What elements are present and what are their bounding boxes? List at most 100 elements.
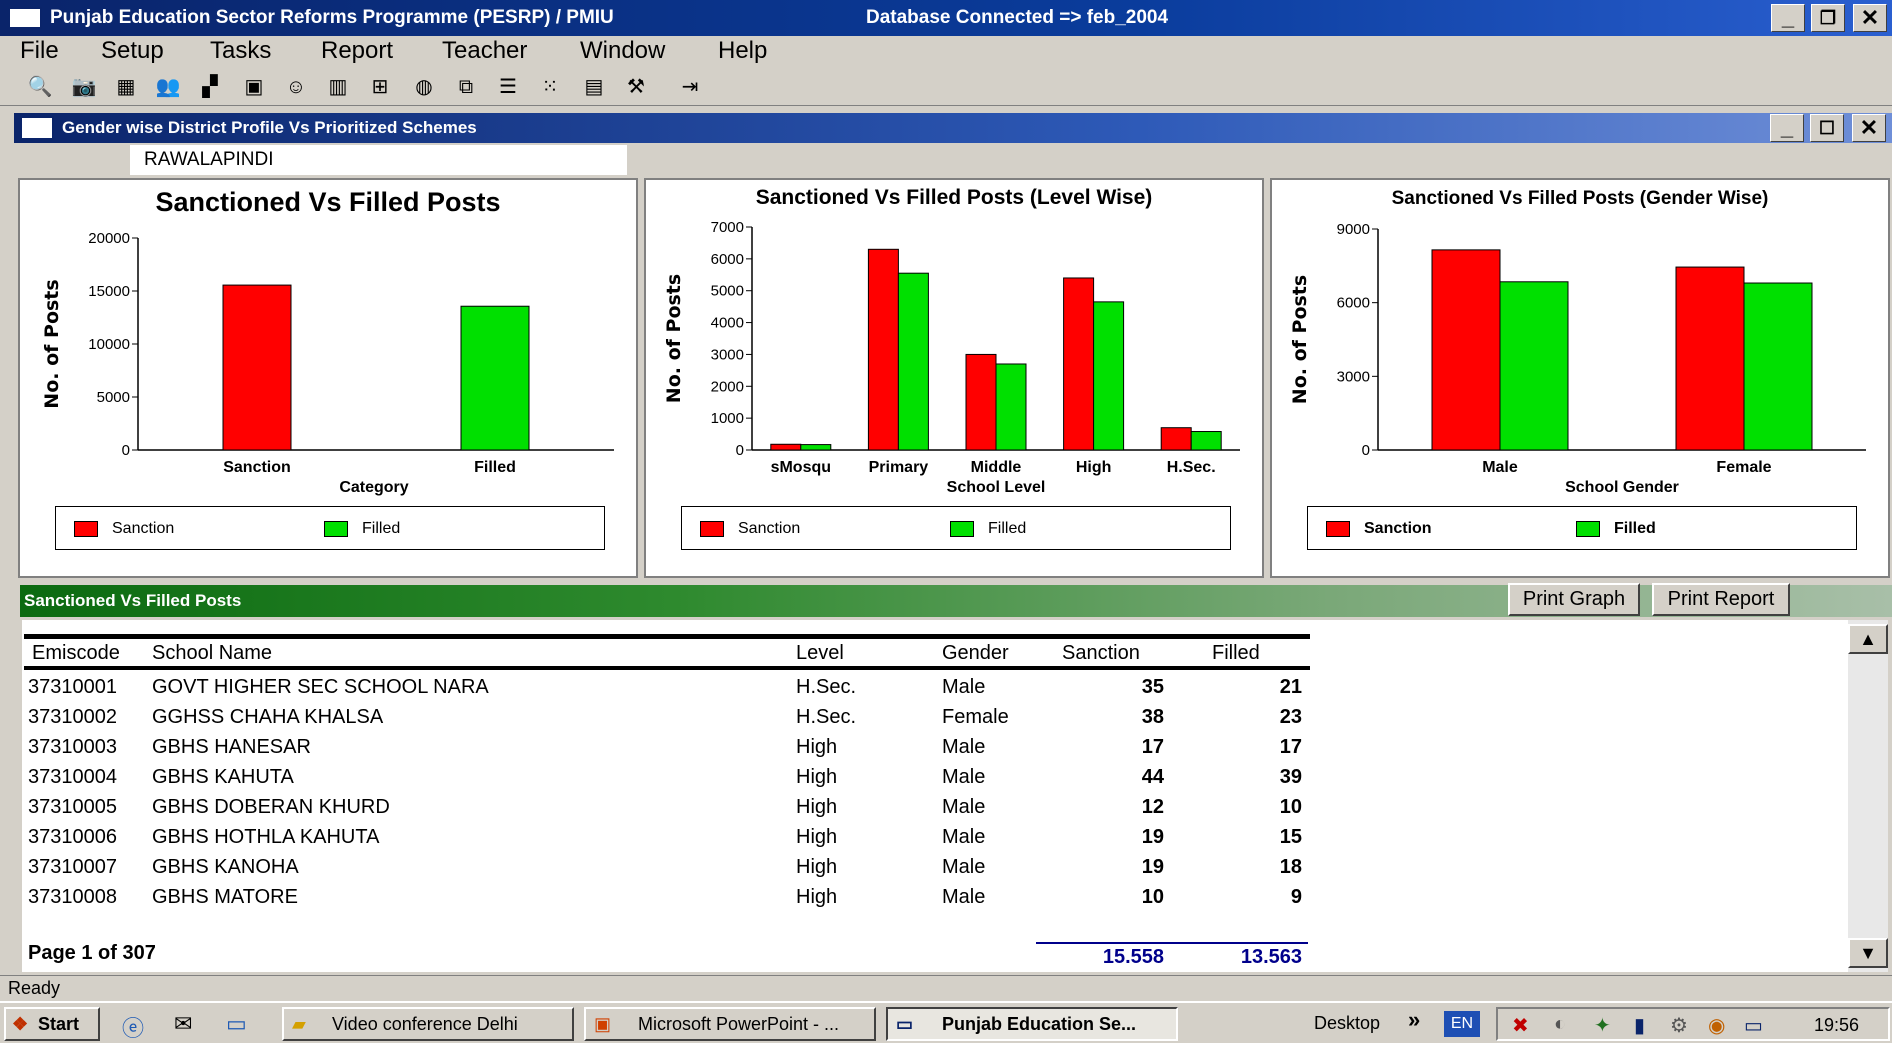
dots-icon[interactable]: ⁙ [536, 74, 564, 100]
cell-emiscode: 37310006 [28, 826, 117, 848]
people-icon[interactable]: 👥 [154, 74, 182, 100]
scroll-down-button[interactable]: ▼ [1848, 938, 1888, 968]
y-tick-label: 9000 [1337, 221, 1370, 238]
menu-report[interactable]: Report [321, 37, 393, 65]
bag-icon[interactable]: ◍ [410, 74, 438, 100]
toolbar: 🔍 📷 ▦ 👥 ▞ ▣ ☺ ▥ ⊞ ◍ ⧉ ☰ ⁙ ▤ ⚒ ⇥ [0, 68, 1892, 106]
legend-swatch-sanction [700, 521, 724, 537]
task-video-conference[interactable]: ▰ Video conference Delhi [282, 1007, 574, 1041]
cell-filled: 10 [1279, 796, 1302, 818]
network-icon[interactable]: ✖ [1512, 1013, 1529, 1038]
status-text: Ready [8, 978, 61, 998]
chart-title: Sanctioned Vs Filled Posts (Gender Wise) [1392, 188, 1769, 209]
list-icon[interactable]: ☰ [494, 74, 522, 100]
antivirus-icon[interactable]: ✦ [1594, 1013, 1611, 1038]
cell-emiscode: 37310004 [28, 766, 117, 788]
x-tick-label: Male [1482, 459, 1518, 476]
menu-file[interactable]: File [20, 37, 59, 65]
exit-icon[interactable]: ⇥ [676, 74, 704, 100]
device-icon[interactable]: ▮ [1634, 1013, 1645, 1038]
grid-icon[interactable]: ▞ [196, 74, 224, 100]
cell-filled: 17 [1279, 736, 1302, 758]
scroll-up-button[interactable]: ▲ [1848, 624, 1888, 654]
print-graph-button[interactable]: Print Graph [1508, 583, 1640, 616]
bar-sanction-hsec [1160, 427, 1192, 451]
smiley-icon[interactable]: ☺ [282, 74, 310, 100]
tree-icon[interactable]: ⊞ [366, 74, 394, 100]
x-axis-label: Category [339, 479, 408, 496]
app-title: Punjab Education Sector Reforms Programm… [50, 7, 614, 28]
column-header-emiscode: Emiscode [32, 642, 120, 664]
outlook-icon[interactable]: ✉ [174, 1011, 192, 1037]
y-tick-label: 5000 [711, 283, 744, 300]
cell-gender: Female [942, 706, 1009, 728]
bar-filled-high [1093, 301, 1125, 451]
chevron-right-icon[interactable]: » [1408, 1007, 1420, 1033]
task-punjab-education[interactable]: ▭ Punjab Education Se... [886, 1007, 1178, 1041]
report-icon[interactable]: ▦ [112, 74, 140, 100]
menu-setup[interactable]: Setup [101, 37, 164, 65]
y-tick-label: 0 [1362, 442, 1370, 459]
legend-label-sanction: Sanction [1364, 520, 1432, 537]
y-tick-label: 6000 [711, 251, 744, 268]
y-axis-label: No. of Posts [1289, 275, 1311, 404]
menu-window[interactable]: Window [580, 37, 665, 65]
header-top-rule [24, 634, 1310, 639]
restore-button[interactable]: ❐ [1811, 4, 1845, 32]
child-maximize-button[interactable]: ☐ [1810, 114, 1844, 142]
language-indicator[interactable]: EN [1444, 1011, 1480, 1037]
cell-sanction: 35 [1141, 676, 1164, 698]
child-window-title-bar: Gender wise District Profile Vs Prioriti… [14, 113, 1892, 143]
clock: 19:56 [1814, 1015, 1860, 1035]
chart-title: Sanctioned Vs Filled Posts (Level Wise) [756, 186, 1153, 209]
database-status: Database Connected => feb_2004 [866, 7, 1169, 28]
district-field[interactable]: RAWALAPINDI [130, 145, 627, 175]
picture-icon[interactable]: ▣ [240, 74, 268, 100]
status-bar: Ready [0, 975, 1892, 1001]
vertical-scrollbar[interactable]: ▲ ▼ [1848, 620, 1888, 972]
show-desktop-icon[interactable]: ▭ [226, 1011, 247, 1037]
minimize-button[interactable]: _ [1771, 4, 1805, 32]
start-button[interactable]: ❖ Start [4, 1007, 100, 1041]
grid-title: Sanctioned Vs Filled Posts [24, 591, 242, 610]
cell-filled: 18 [1279, 856, 1302, 878]
menu-bar: File Setup Tasks Report Teacher Window H… [0, 36, 1892, 68]
browser-icon[interactable]: ⓔ [122, 1011, 144, 1043]
cell-gender: Male [942, 796, 986, 818]
speaker-icon[interactable]: ◐ [1554, 1013, 1566, 1036]
tools-icon[interactable]: ⚒ [622, 74, 650, 100]
task-label: Microsoft PowerPoint - ... [638, 1014, 840, 1034]
menu-teacher[interactable]: Teacher [442, 37, 527, 65]
page-info: Page 1 of 307 [28, 942, 156, 964]
print-report-button[interactable]: Print Report [1652, 583, 1790, 616]
child-close-button[interactable]: ✕ [1852, 114, 1886, 142]
legend-label-filled: Filled [988, 520, 1027, 537]
cell-school-name: GBHS HOTHLA KAHUTA [152, 826, 380, 848]
child-minimize-button[interactable]: _ [1770, 114, 1804, 142]
table-icon[interactable]: ▤ [580, 74, 608, 100]
desktop-toolbar-label[interactable]: Desktop [1314, 1013, 1380, 1034]
camera-icon[interactable]: 📷 [70, 74, 98, 100]
windows-logo-icon: ❖ [12, 1014, 29, 1034]
y-tick-label: 10000 [88, 336, 130, 353]
cell-level: High [796, 736, 838, 758]
messenger-icon[interactable]: ◉ [1708, 1013, 1725, 1038]
bar-sanction-female [1675, 266, 1745, 451]
cell-emiscode: 37310005 [28, 796, 117, 818]
menu-tasks[interactable]: Tasks [210, 37, 271, 65]
close-button[interactable]: ✕ [1853, 4, 1887, 32]
search-icon[interactable]: 🔍 [26, 74, 54, 100]
cell-emiscode: 37310008 [28, 886, 117, 908]
legend-label-filled: Filled [1614, 520, 1656, 537]
y-tick-label: 3000 [711, 346, 744, 363]
copy-icon[interactable]: ⧉ [452, 74, 480, 100]
bar-filled-female [1743, 282, 1813, 451]
task-powerpoint[interactable]: ▣ Microsoft PowerPoint - ... [584, 1007, 876, 1041]
monitor-icon[interactable]: ▭ [1744, 1013, 1763, 1038]
menu-help[interactable]: Help [718, 37, 767, 65]
total-sanction: 15.558 [1102, 946, 1164, 968]
settings-icon[interactable]: ⚙ [1670, 1013, 1688, 1038]
cell-level: High [796, 796, 838, 818]
y-tick-label: 7000 [711, 219, 744, 236]
bar-chart-icon[interactable]: ▥ [324, 74, 352, 100]
